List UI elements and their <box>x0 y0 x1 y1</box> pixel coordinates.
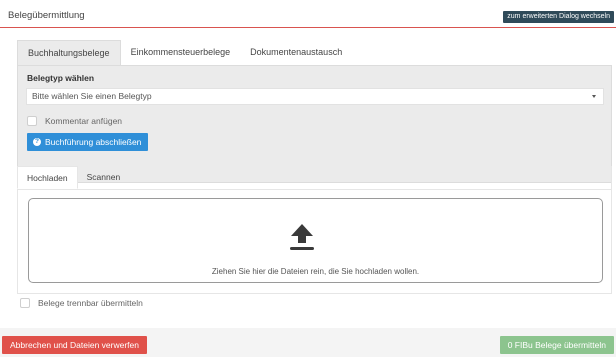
upload-icon <box>290 224 314 250</box>
comment-checkbox-label: Kommentar anfügen <box>45 116 123 126</box>
main-tabs: Buchhaltungsbelege Einkommensteuerbelege… <box>17 40 352 65</box>
separable-checkbox-row[interactable]: Belege trennbar übermitteln <box>20 298 143 308</box>
question-circle-icon: ? <box>33 138 41 146</box>
tab-hochladen[interactable]: Hochladen <box>17 166 78 189</box>
tab-scannen[interactable]: Scannen <box>78 166 130 189</box>
cancel-discard-button[interactable]: Abbrechen und Dateien verwerfen <box>2 336 147 354</box>
finish-bookkeeping-button[interactable]: ? Buchführung abschließen <box>27 133 149 151</box>
upload-tab-divider <box>17 189 612 190</box>
dialog-title: Belegübermittlung <box>8 10 85 21</box>
comment-checkbox[interactable] <box>27 116 37 126</box>
belegtyp-label: Belegtyp wählen <box>27 73 95 83</box>
belegtyp-select-value: Bitte wählen Sie einen Belegtyp <box>32 91 152 101</box>
submit-documents-button[interactable]: 0 FIBu Belege übermitteln <box>499 336 614 354</box>
belegtyp-select[interactable]: Bitte wählen Sie einen Belegtyp <box>26 88 604 105</box>
tab-einkommensteuerbelege[interactable]: Einkommensteuerbelege <box>121 40 241 65</box>
file-dropzone[interactable]: Ziehen Sie hier die Dateien rein, die Si… <box>28 198 603 283</box>
upload-tabs: Hochladen Scannen <box>17 166 129 189</box>
finish-bookkeeping-label: Buchführung abschließen <box>45 137 142 147</box>
tab-dokumentenaustausch[interactable]: Dokumentenaustausch <box>240 40 352 65</box>
extended-dialog-button[interactable]: zum erweiterten Dialog wechseln <box>503 11 614 23</box>
chevron-down-icon <box>592 95 596 98</box>
comment-checkbox-row[interactable]: Kommentar anfügen <box>27 116 122 126</box>
dialog-header: Belegübermittlung zum erweiterten Dialog… <box>0 0 616 28</box>
separable-checkbox[interactable] <box>20 298 30 308</box>
tab-buchhaltungsbelege[interactable]: Buchhaltungsbelege <box>17 40 121 65</box>
dropzone-text: Ziehen Sie hier die Dateien rein, die Si… <box>211 267 420 276</box>
separable-checkbox-label: Belege trennbar übermitteln <box>38 298 143 308</box>
